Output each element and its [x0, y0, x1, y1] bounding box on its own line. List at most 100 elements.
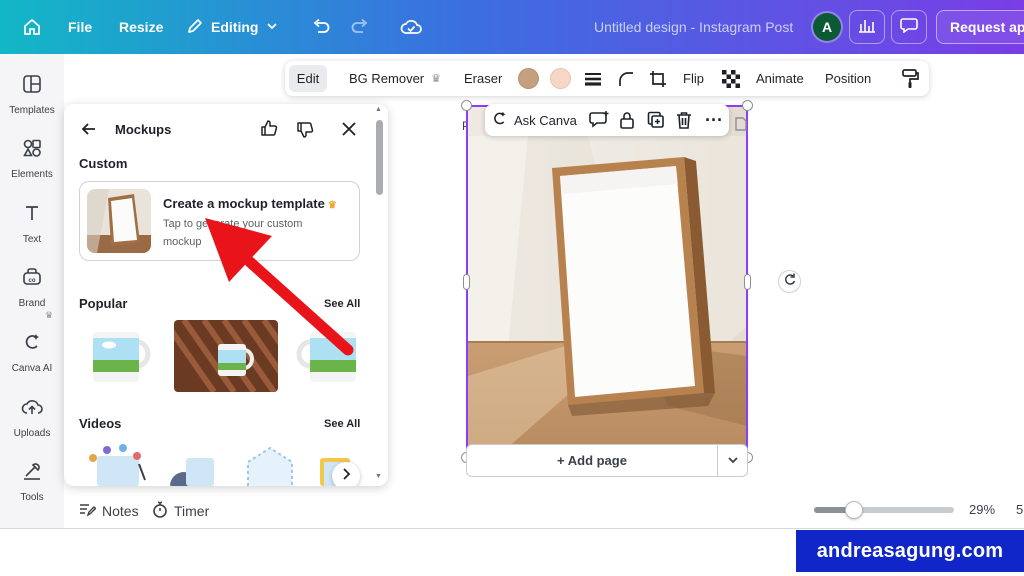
chevron-right-icon: [341, 467, 351, 485]
lock-icon[interactable]: [619, 104, 635, 136]
comment-icon: [900, 17, 918, 38]
rail-label: Uploads: [13, 428, 51, 439]
see-all-videos[interactable]: See All: [324, 418, 360, 430]
resize-handle-top-right[interactable]: [742, 100, 753, 111]
uploads-icon: [21, 397, 43, 422]
back-arrow-icon[interactable]: [81, 121, 97, 142]
color-swatch-peach[interactable]: [550, 68, 571, 89]
rotate-handle[interactable]: [778, 270, 801, 293]
mug-on-table-thumbnail[interactable]: [174, 320, 278, 392]
add-page-dropdown[interactable]: [718, 444, 748, 477]
redo-icon[interactable]: [350, 0, 370, 54]
eraser-button[interactable]: Eraser: [464, 61, 502, 96]
mug-mockup-thumbnail[interactable]: [79, 318, 163, 390]
zoom-slider-knob[interactable]: [845, 501, 863, 519]
chevron-down-icon: [727, 452, 739, 470]
color-swatch-brown[interactable]: [518, 68, 539, 89]
rail-label: Elements: [11, 169, 53, 180]
thumbs-up-icon[interactable]: [260, 119, 278, 142]
thumbs-down-icon[interactable]: [296, 121, 314, 144]
rail-label: Canva AI: [11, 363, 53, 374]
edit-button[interactable]: Edit: [289, 65, 327, 92]
panel-title: Mockups: [115, 122, 172, 137]
resize-button[interactable]: Resize: [119, 0, 163, 54]
svg-text:co: co: [28, 278, 35, 284]
paint-roller-icon[interactable]: [901, 61, 919, 96]
position-button[interactable]: Position: [825, 61, 871, 96]
bar-chart-icon: [858, 17, 876, 38]
more-options-icon[interactable]: ···: [705, 104, 723, 136]
canva-editor: File Resize Editing Untitled design - In…: [0, 0, 1024, 576]
video-mockup-thumbnail[interactable]: [168, 454, 216, 486]
transparency-icon[interactable]: [722, 61, 740, 96]
zoom-slider-track[interactable]: [814, 507, 954, 513]
close-icon[interactable]: [342, 122, 356, 141]
bg-remover-label: BG Remover: [349, 71, 425, 86]
notes-icon: [79, 502, 97, 520]
see-all-popular[interactable]: See All: [324, 298, 360, 310]
animate-button[interactable]: Animate: [756, 61, 804, 96]
create-mockup-card[interactable]: Create a mockup template ♛ Tap to generat…: [79, 181, 360, 261]
add-page-button[interactable]: + Add page: [466, 444, 718, 477]
add-comment-icon[interactable]: [589, 104, 609, 136]
request-app-button[interactable]: Request app: [936, 10, 1024, 44]
rail-item-text[interactable]: Text: [0, 203, 64, 245]
comments-button[interactable]: [891, 10, 927, 44]
frame-mockup-photo: [468, 106, 747, 456]
panel-scrollbar[interactable]: [376, 120, 383, 195]
resize-handle-top-left[interactable]: [461, 100, 472, 111]
notes-button[interactable]: Notes: [79, 494, 139, 528]
card-title: Create a mockup template ♛: [163, 196, 337, 211]
rail-item-tools[interactable]: Tools: [0, 461, 64, 503]
cloud-saved-icon[interactable]: [400, 0, 422, 54]
rail-item-templates[interactable]: Templates: [0, 74, 64, 116]
timer-label: Timer: [174, 503, 210, 519]
watermark: andreasagung.com: [796, 530, 1024, 572]
mockup-card-thumbnail: [87, 189, 151, 253]
insights-button[interactable]: [849, 10, 885, 44]
line-weight-icon[interactable]: [584, 61, 602, 96]
canva-ai-icon: [22, 332, 42, 357]
rail-item-elements[interactable]: Elements: [0, 138, 64, 180]
scroll-down-icon[interactable]: ▼: [375, 473, 382, 480]
top-bar: File Resize Editing Untitled design - In…: [0, 0, 1024, 54]
trash-icon[interactable]: [676, 104, 692, 136]
rail-label: Text: [22, 234, 42, 245]
resize-handle-left[interactable]: [463, 274, 470, 290]
rail-item-canva-ai[interactable]: Canva AI: [0, 332, 64, 374]
tools-icon: [22, 461, 42, 486]
ask-canva-button[interactable]: Ask Canva: [491, 104, 577, 136]
home-icon[interactable]: [22, 0, 42, 54]
editing-label: Editing: [211, 19, 259, 35]
video-mockup-thumbnail[interactable]: [79, 440, 155, 486]
file-menu[interactable]: File: [68, 0, 92, 54]
next-button[interactable]: [332, 462, 360, 486]
video-mockup-thumbnail[interactable]: [240, 442, 300, 486]
corner-rounding-icon[interactable]: [618, 61, 634, 96]
bg-remover-button[interactable]: BG Remover ♛: [349, 61, 441, 96]
section-custom: Custom: [79, 156, 128, 171]
rail-item-brand[interactable]: co Brand: [0, 267, 64, 309]
scroll-up-icon[interactable]: ▲: [375, 106, 382, 113]
zoom-level[interactable]: 29%: [969, 502, 995, 517]
design-page[interactable]: [468, 106, 747, 456]
mug-side-thumbnail[interactable]: [296, 318, 356, 390]
resize-handle-right[interactable]: [744, 274, 751, 290]
document-title[interactable]: Untitled design - Instagram Post: [594, 19, 793, 35]
page-add-icon[interactable]: [734, 116, 748, 137]
crop-icon[interactable]: [649, 61, 667, 96]
avatar[interactable]: A: [813, 13, 841, 41]
stopwatch-icon: [152, 501, 168, 521]
crown-icon: ♛: [431, 73, 442, 85]
timer-button[interactable]: Timer: [152, 494, 209, 528]
page-count-partial: 5: [1016, 502, 1024, 517]
undo-icon[interactable]: [311, 0, 331, 54]
flip-button[interactable]: Flip: [683, 61, 704, 96]
brand-icon: co: [22, 267, 42, 292]
editing-dropdown[interactable]: Editing: [186, 0, 278, 54]
duplicate-icon[interactable]: [647, 104, 665, 136]
canva-ai-icon: [491, 110, 508, 130]
rail-item-uploads[interactable]: Uploads: [0, 397, 64, 439]
rail-label: Tools: [20, 492, 44, 503]
text-icon: [22, 203, 42, 228]
